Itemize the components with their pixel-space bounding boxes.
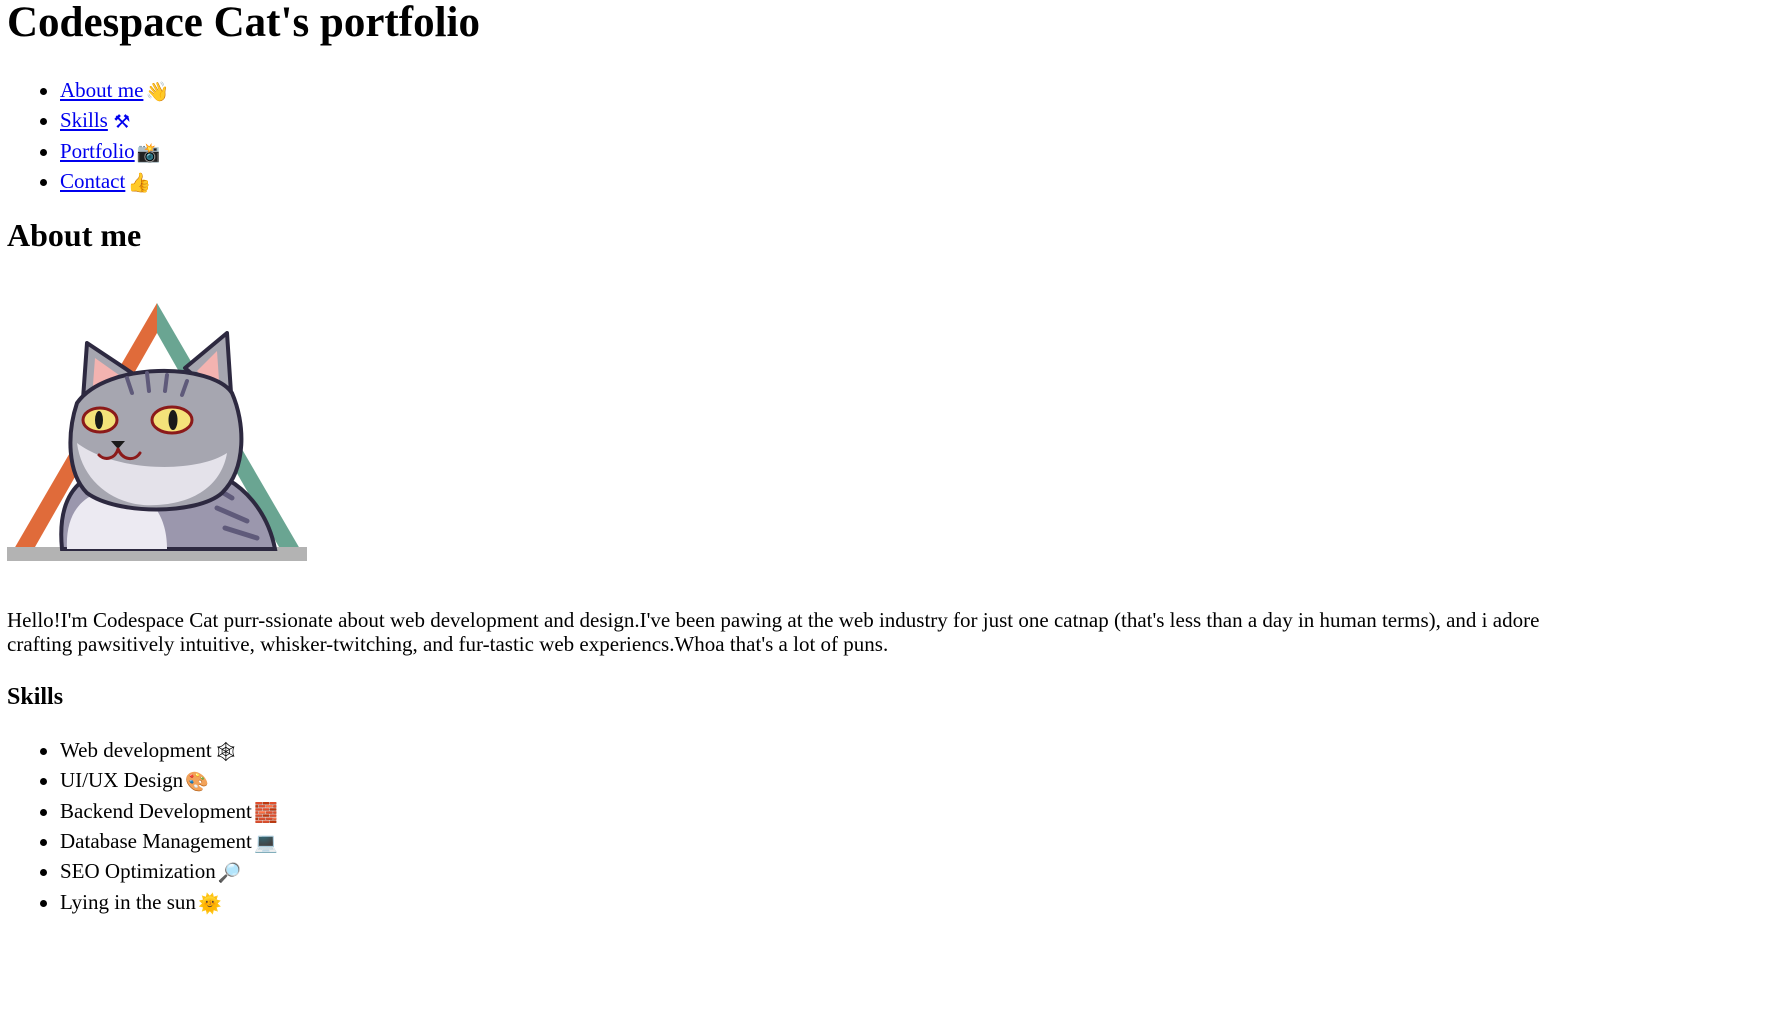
nav-link-label: Portfolio	[60, 138, 135, 163]
portfolio-page: Codespace Cat's portfolio About me 👋 Skil…	[0, 0, 1772, 918]
nav-link-skills[interactable]: Skills ⚒	[60, 108, 134, 133]
nav-item-portfolio: Portfolio 📸	[7, 137, 1765, 167]
thumbs-up-icon: 👍	[127, 171, 152, 194]
nav-item-skills: Skills ⚒	[7, 106, 1765, 136]
skill-item-seo-optimization: SEO Optimization 🔎	[7, 857, 1765, 887]
brick-icon: 🧱	[254, 801, 278, 824]
skills-heading: Skills	[7, 684, 64, 711]
nav-item-contact: Contact 👍	[7, 167, 1765, 197]
skills-list: Web development 🕸 UI/UX Design 🎨 Backend D…	[7, 736, 1765, 918]
laptop-icon: 💻	[254, 832, 278, 855]
nav-link-portfolio[interactable]: Portfolio 📸	[60, 138, 161, 164]
skill-label: UI/UX Design	[60, 768, 184, 793]
camera-icon: 📸	[136, 141, 161, 164]
skill-item-web-development: Web development 🕸	[7, 736, 1765, 766]
skill-item-lying-in-the-sun: Lying in the sun 🌞	[7, 888, 1765, 918]
palette-icon: 🎨	[185, 771, 209, 794]
nav-link-contact[interactable]: Contact 👍	[60, 168, 151, 194]
spider-web-icon: 🕸	[213, 741, 238, 764]
skill-item-ui-ux-design: UI/UX Design 🎨	[7, 766, 1765, 796]
skill-item-database-management: Database Management 💻	[7, 827, 1765, 857]
nav-link-label: Skills	[60, 108, 108, 133]
skill-label: Database Management	[60, 829, 252, 854]
hammer-pick-icon: ⚒	[113, 111, 131, 134]
nav-link-label: Contact	[60, 168, 126, 193]
skill-item-backend-development: Backend Development 🧱	[7, 797, 1765, 827]
skill-label: Lying in the sun	[60, 889, 196, 914]
skill-label: Web development	[60, 738, 212, 763]
nav-link-about[interactable]: About me 👋	[60, 78, 169, 103]
waving-hand-icon: 👋	[145, 81, 170, 103]
about-heading: About me	[7, 217, 142, 254]
skill-label: Backend Development	[60, 798, 252, 823]
skill-label: SEO Optimization	[60, 859, 216, 884]
magnifier-icon: 🔎	[217, 862, 242, 885]
about-intro-text: Hello!I'm Codespace Cat purr-ssionate ab…	[7, 608, 1540, 656]
cat-avatar-image	[7, 303, 307, 562]
nav-item-about: About me 👋	[7, 76, 1765, 106]
page-title: Codespace Cat's portfolio	[7, 0, 480, 46]
nav-list: About me 👋 Skills ⚒ Portfolio 📸 Contact 👍	[7, 76, 1765, 197]
nav-link-label: About me	[60, 78, 144, 102]
sun-icon: 🌞	[198, 892, 222, 915]
